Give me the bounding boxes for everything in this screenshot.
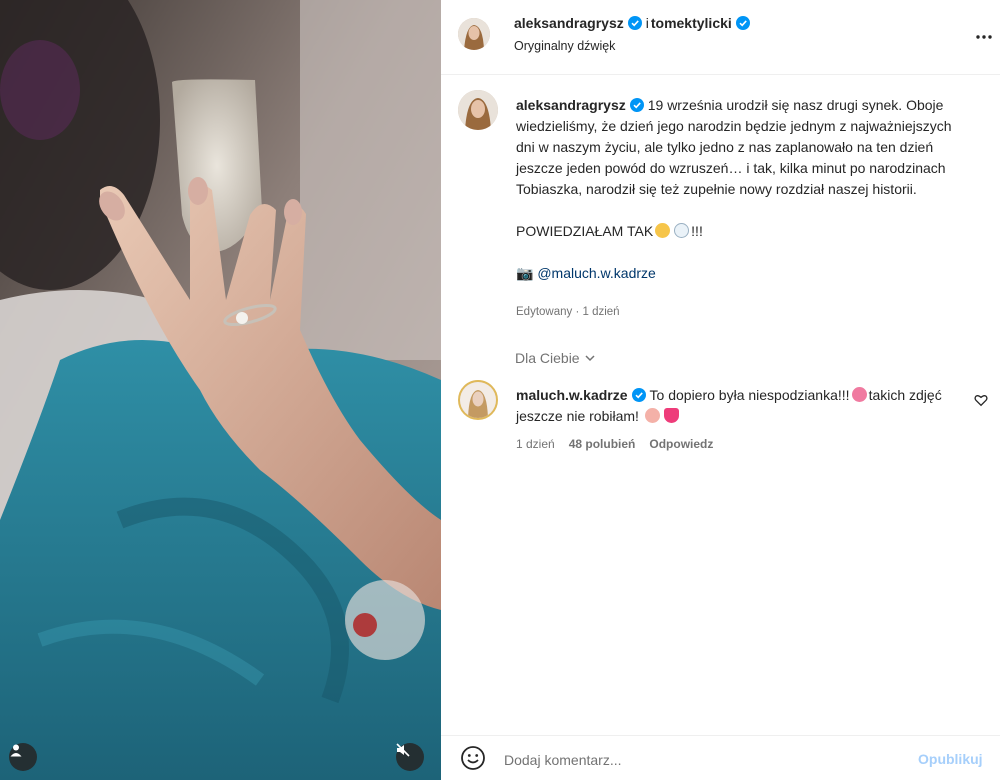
photo-hand-with-ring xyxy=(0,0,441,780)
publish-button[interactable]: Opublikuj xyxy=(918,751,983,767)
edited-timestamp: Edytowany · 1 dzień xyxy=(516,306,620,318)
ring-emoji-icon xyxy=(674,223,690,238)
comment-body-a: To dopiero była niespodzianka!!! xyxy=(649,387,850,403)
comment-input[interactable] xyxy=(504,749,904,771)
reply-button[interactable]: Odpowiedz xyxy=(649,437,713,451)
audio-label[interactable]: Oryginalny dźwięk xyxy=(514,39,615,53)
user-tag-icon xyxy=(10,744,22,757)
commenter-username[interactable]: maluch.w.kadrze xyxy=(516,387,628,403)
emoji-icon[interactable] xyxy=(460,745,486,771)
verified-badge-icon xyxy=(627,16,642,30)
mute-toggle-button[interactable] xyxy=(396,743,424,771)
post-authors: aleksandragrysz i tomektylicki xyxy=(514,15,754,31)
verified-badge-icon xyxy=(631,388,646,402)
surprised-face-emoji-icon xyxy=(644,408,660,423)
chevron-down-icon xyxy=(585,355,595,362)
tagged-users-button[interactable] xyxy=(9,743,37,771)
photographer-mention-link[interactable]: @maluch.w.kadrze xyxy=(537,265,655,281)
add-comment-bar: Opublikuj xyxy=(441,735,1000,780)
announcement-text: POWIEDZIAŁAM TAK xyxy=(516,223,654,239)
verified-badge-icon xyxy=(735,16,750,30)
camera-emoji-icon: 📷 xyxy=(516,265,534,281)
heart-eyes-emoji-icon xyxy=(851,387,867,402)
comments-filter-label: Dla Ciebie xyxy=(515,350,580,366)
caption-credit: 📷 @maluch.w.kadrze xyxy=(516,263,966,284)
comments-filter-dropdown[interactable]: Dla Ciebie xyxy=(515,350,596,366)
author-username[interactable]: aleksandragrysz xyxy=(514,15,624,31)
comment-meta: 1 dzień 48 polubień Odpowiedz xyxy=(516,437,713,451)
commenter-avatar[interactable] xyxy=(458,380,498,420)
post-details-panel: aleksandragrysz i tomektylicki Oryginaln… xyxy=(441,0,1000,780)
caption-author-avatar[interactable] xyxy=(458,90,498,130)
announcement-end: !!! xyxy=(691,223,703,239)
comment-likes-link[interactable]: 48 polubień xyxy=(569,437,636,451)
more-options-icon[interactable] xyxy=(974,27,994,47)
avatar-image xyxy=(458,90,498,130)
pink-heart-emoji-icon xyxy=(663,408,679,423)
audio-muted-icon xyxy=(396,743,410,757)
caption-text: aleksandragrysz 19 września urodził się n… xyxy=(516,95,966,305)
caption-paragraph: aleksandragrysz 19 września urodził się n… xyxy=(516,95,966,200)
avatar-image xyxy=(458,18,490,50)
verified-badge-icon xyxy=(629,98,644,112)
heart-icon[interactable] xyxy=(974,393,988,407)
authors-conjunction: i xyxy=(645,15,649,31)
caption-announcement: POWIEDZIAŁAM TAK!!! xyxy=(516,221,966,242)
comment-text: maluch.w.kadrze To dopiero była niespodzi… xyxy=(516,385,956,427)
post-media-photo[interactable] xyxy=(0,0,441,780)
coauthor-username[interactable]: tomektylicki xyxy=(651,15,732,31)
post-header: aleksandragrysz i tomektylicki Oryginaln… xyxy=(441,0,1000,75)
avatar-image xyxy=(460,382,496,418)
comment-time: 1 dzień xyxy=(516,437,555,451)
caption-author-username[interactable]: aleksandragrysz xyxy=(516,97,626,113)
author-avatar[interactable] xyxy=(458,18,490,50)
teary-face-emoji-icon xyxy=(655,223,671,238)
